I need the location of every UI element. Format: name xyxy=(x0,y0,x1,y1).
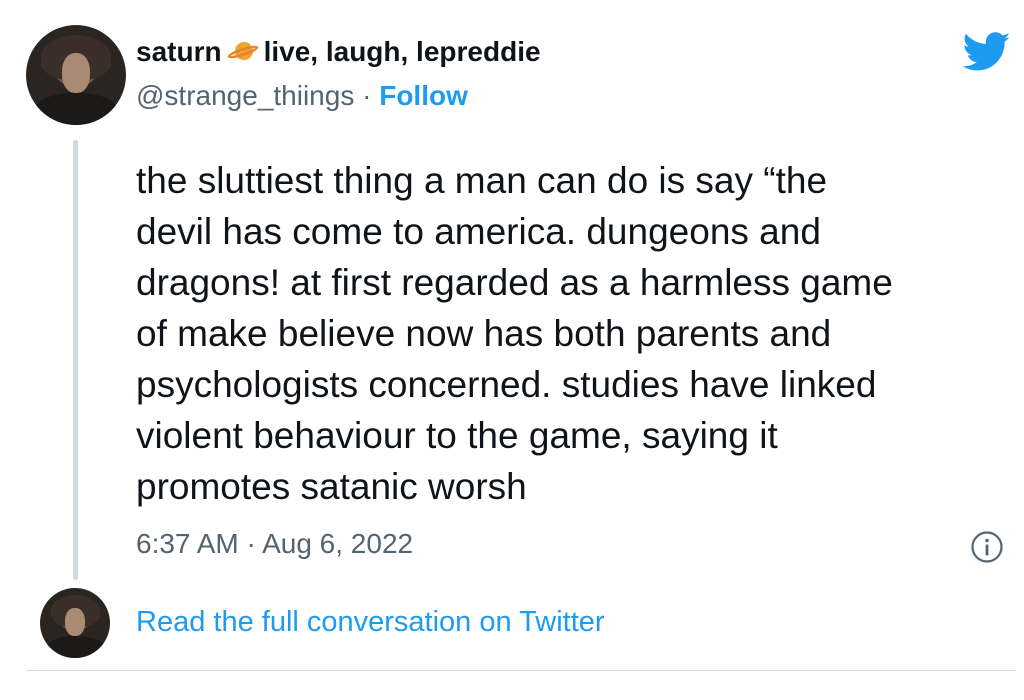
avatar-shoulders xyxy=(31,93,121,125)
tweet-text-line: violent behaviour to the game, saying it xyxy=(136,415,778,456)
tweet-text-line: promotes satanic worsh xyxy=(136,466,527,507)
thread-connector-line xyxy=(73,140,78,580)
info-icon[interactable] xyxy=(970,530,1004,564)
author-handle-row: @strange_thiings · Follow xyxy=(136,80,468,112)
tweet-text: the sluttiest thing a man can do is say … xyxy=(136,155,996,512)
ringed-planet-icon xyxy=(226,41,260,63)
follow-button[interactable]: Follow xyxy=(379,80,468,111)
avatar-face xyxy=(62,53,90,93)
twitter-bird-icon[interactable] xyxy=(962,32,1012,72)
handle-separator: · xyxy=(362,80,372,111)
author-display-name[interactable]: saturn live, laugh, lepreddie xyxy=(136,36,541,68)
tweet-timestamp[interactable]: 6:37 AM · Aug 6, 2022 xyxy=(136,528,413,560)
tweet-text-line: devil has come to america. dungeons and xyxy=(136,211,821,252)
bottom-divider xyxy=(26,670,1016,671)
author-avatar[interactable] xyxy=(26,25,126,125)
author-handle[interactable]: @strange_thiings xyxy=(136,80,354,111)
read-full-conversation-link[interactable]: Read the full conversation on Twitter xyxy=(136,606,605,639)
tweet-text-line: psychologists concerned. studies have li… xyxy=(136,364,877,405)
display-name-part-1: saturn xyxy=(136,36,222,67)
tweet-text-line: the sluttiest thing a man can do is say … xyxy=(136,160,828,201)
tweet-text-line: of make believe now has both parents and xyxy=(136,313,832,354)
conversation-avatar xyxy=(40,588,110,658)
display-name-part-2: live, laugh, lepreddie xyxy=(263,36,541,67)
tweet-text-line: dragons! at first regarded as a harmless… xyxy=(136,262,893,303)
